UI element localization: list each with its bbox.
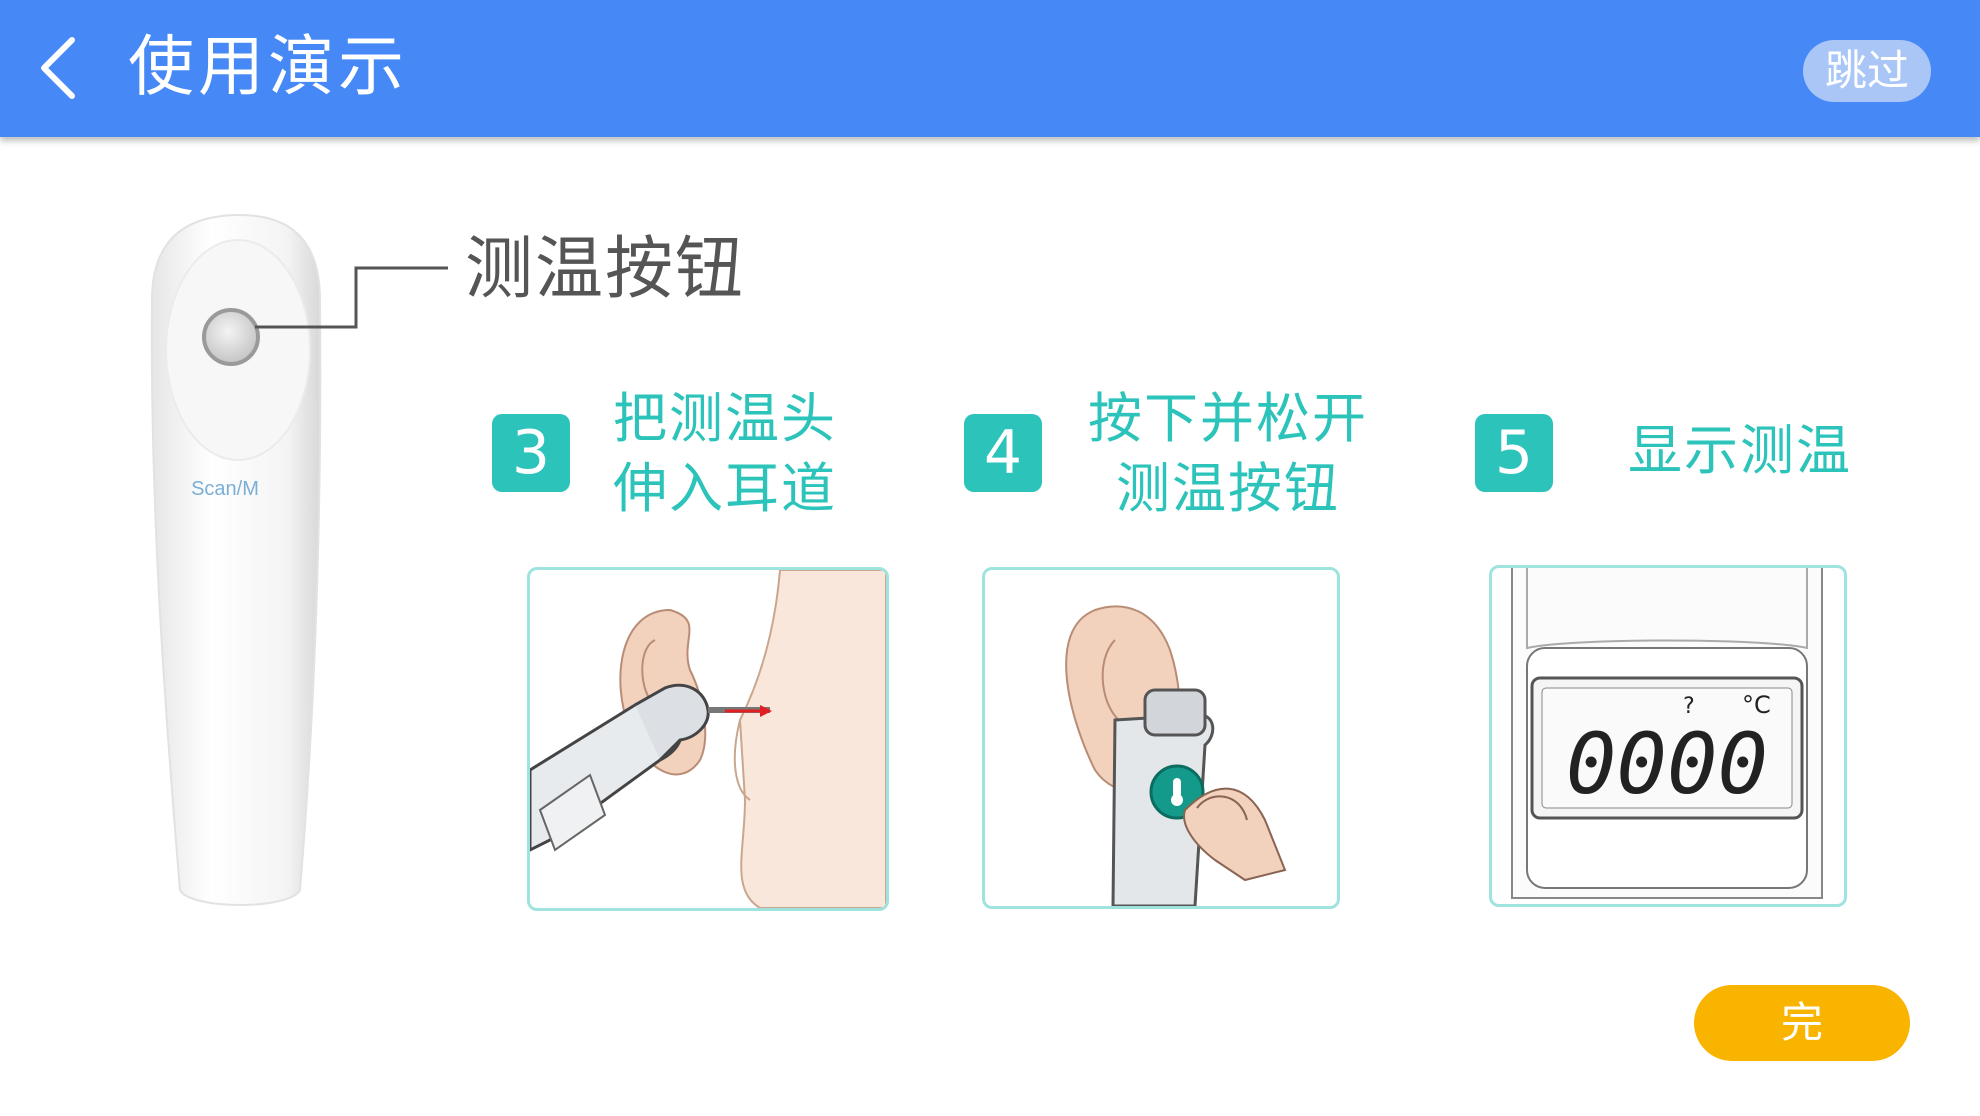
done-button[interactable]: 完成 (1694, 985, 1910, 1116)
display-digits: 0000 (1566, 715, 1768, 813)
step-5-illustration: ? °C 0000 (1489, 565, 1847, 907)
back-button[interactable] (30, 28, 100, 108)
step-4-line1: 按下并松开 (1088, 387, 1368, 450)
step-4-badge: 4 (964, 414, 1042, 492)
device-model-label: Scan/M (191, 478, 259, 500)
skip-button[interactable]: 跳过 (1803, 40, 1931, 102)
step-5-line1: 显示测温 (1628, 419, 1852, 482)
step-3-text: 把测温头 伸入耳道 (590, 384, 860, 524)
step-5-text: 显示测温 (1610, 416, 1870, 486)
step-3-badge: 3 (492, 414, 570, 492)
step-4-text: 按下并松开 测温按钮 (1068, 384, 1388, 524)
top-bar: 使用演示 跳过 (0, 0, 1980, 137)
step-5-badge: 5 (1475, 414, 1553, 492)
chevron-left-icon (41, 37, 75, 99)
step-4-line2: 测温按钮 (1116, 457, 1340, 520)
step-3-line2: 伸入耳道 (613, 457, 837, 520)
step-3-illustration (527, 567, 889, 911)
step-3-line1: 把测温头 (613, 387, 837, 450)
thermometer-device-image: Scan/M (140, 210, 340, 910)
measure-button-callout: 测温按钮 (465, 230, 746, 309)
step-4-illustration (982, 567, 1340, 909)
page-title: 使用演示 (128, 28, 408, 105)
